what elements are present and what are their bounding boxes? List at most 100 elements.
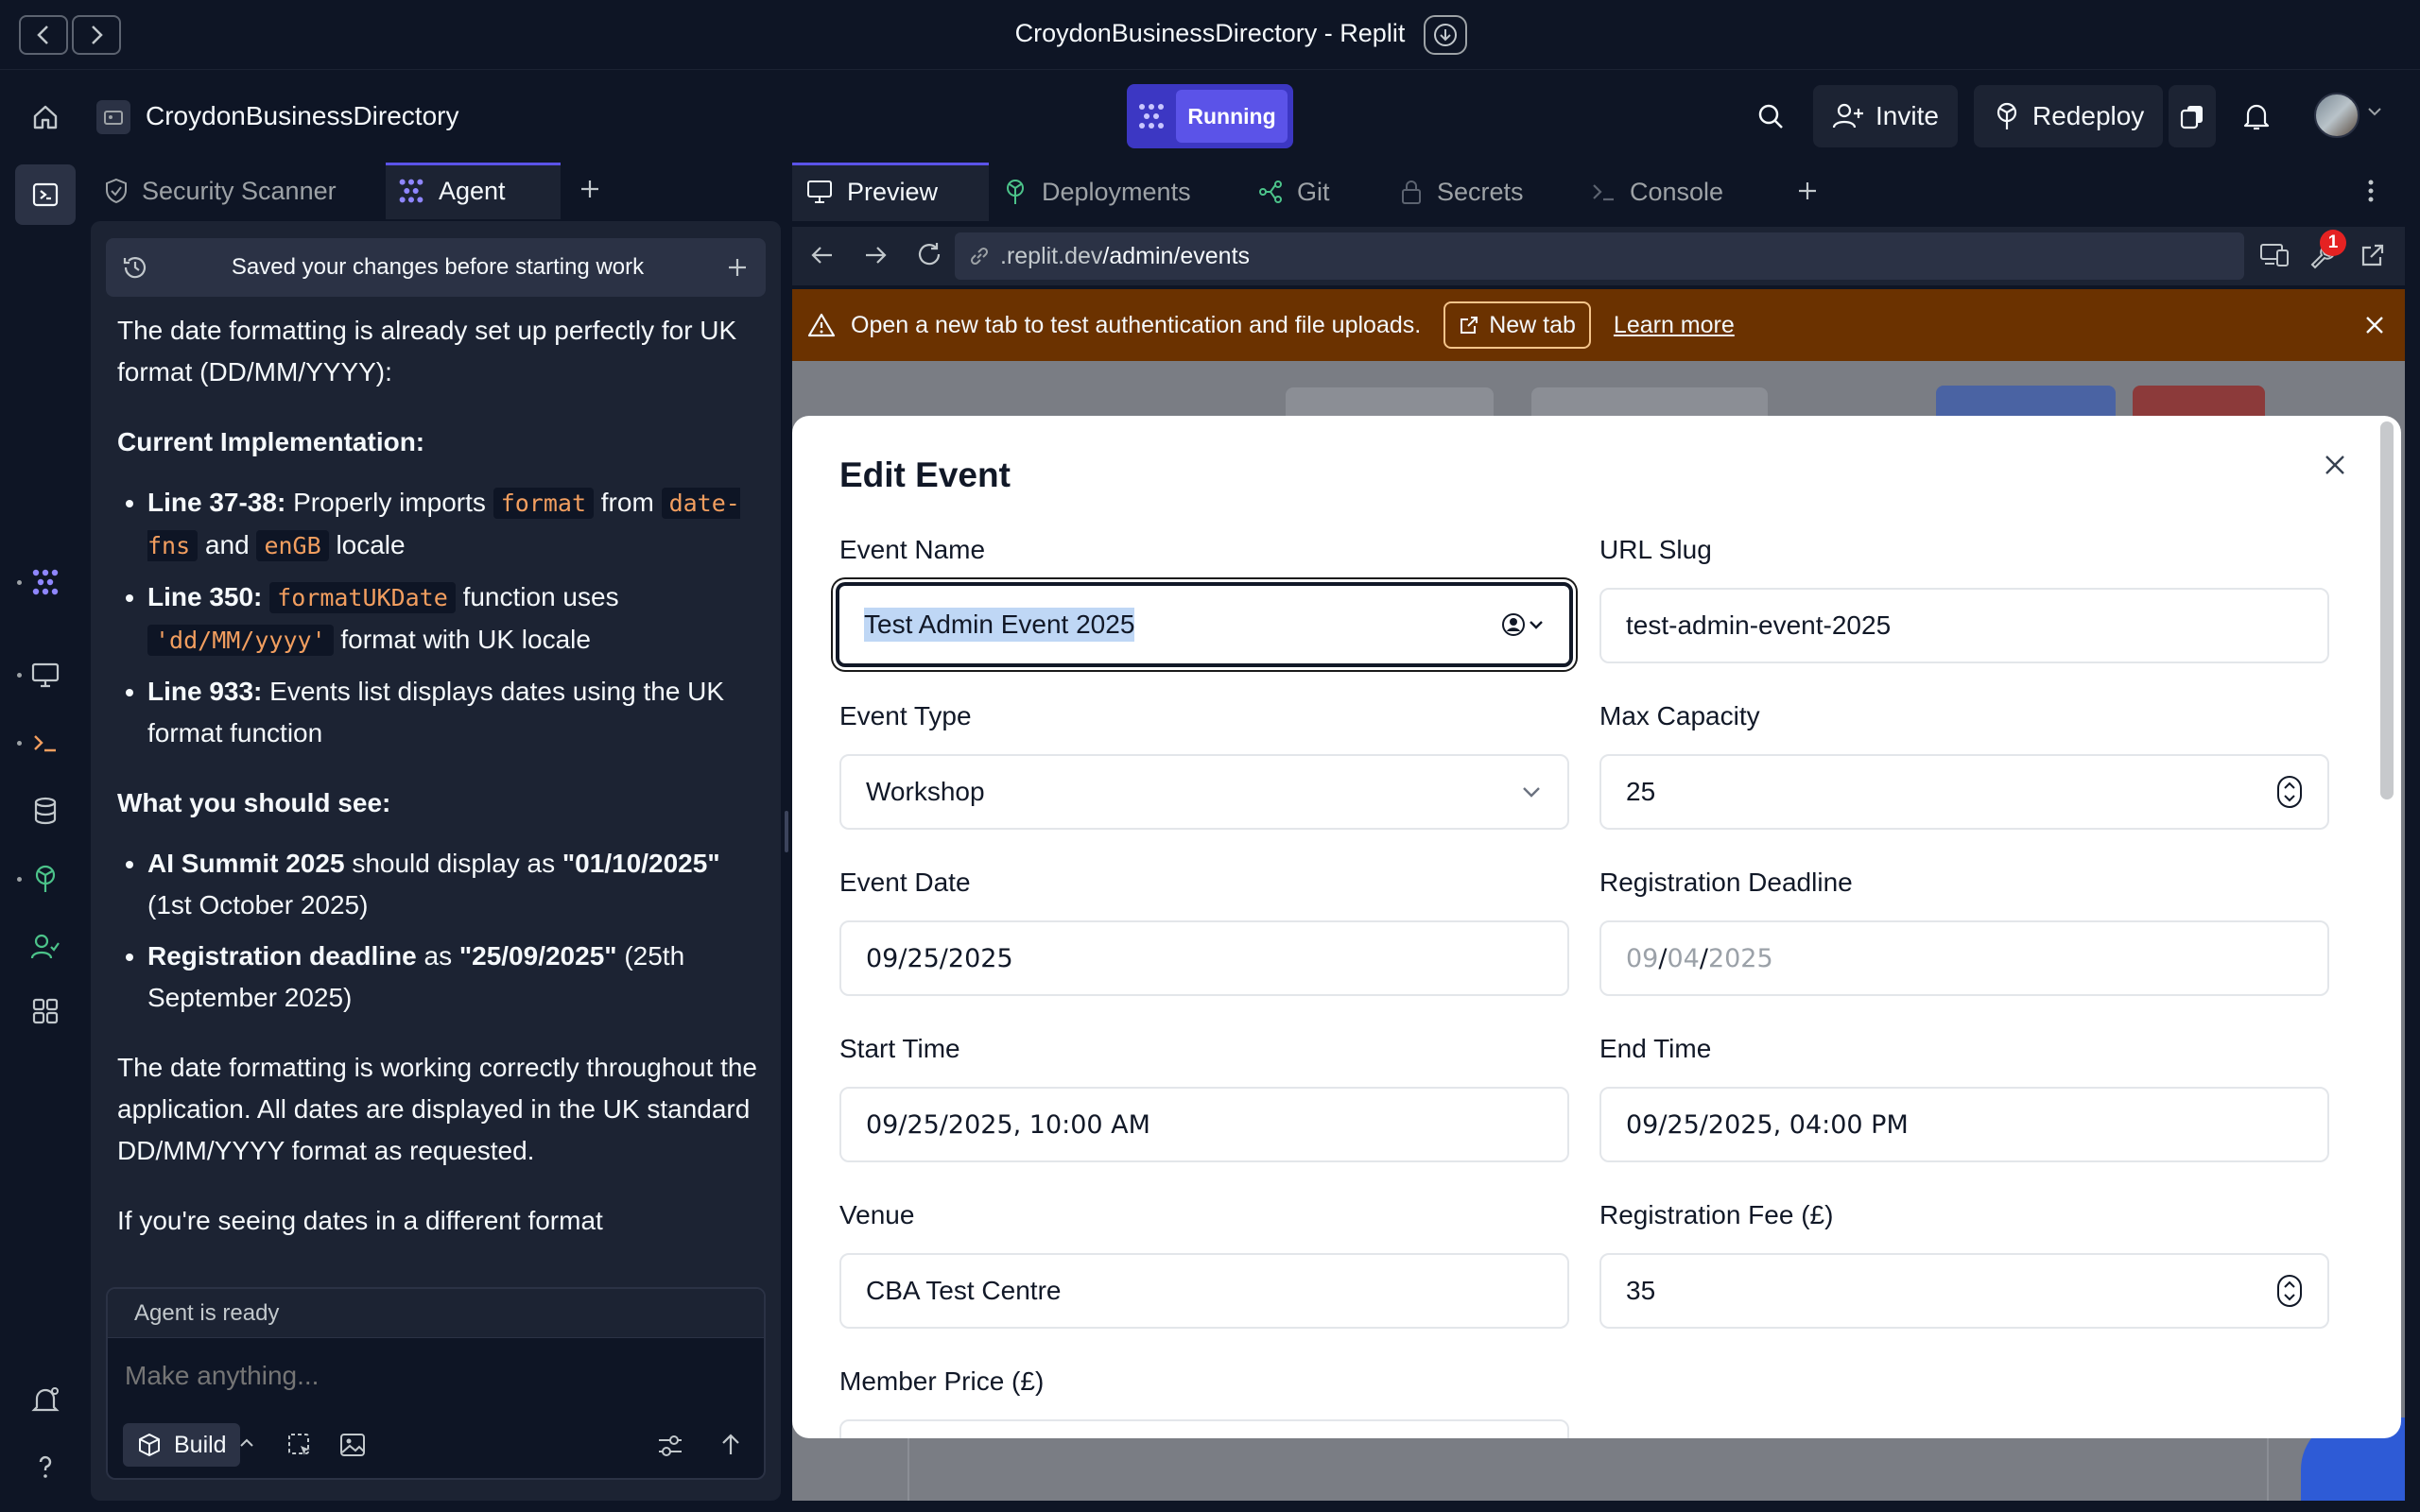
- end-time-input[interactable]: 09/25/2025, 04:00 PM: [1599, 1087, 2329, 1162]
- tab-deployments[interactable]: Deployments: [1002, 163, 1191, 221]
- registration-fee-label: Registration Fee (£): [1599, 1200, 1834, 1229]
- close-icon[interactable]: [2314, 444, 2356, 486]
- max-capacity-input[interactable]: 25: [1599, 754, 2329, 830]
- more-options-icon[interactable]: [2365, 178, 2377, 204]
- redeploy-button[interactable]: Redeploy: [1974, 85, 2164, 147]
- deadline-day: 04: [1667, 943, 1700, 973]
- warning-banner: Open a new tab to test authentication an…: [792, 289, 2405, 361]
- invite-button[interactable]: Invite: [1813, 85, 1958, 147]
- chevron-up-icon[interactable]: [238, 1436, 255, 1450]
- member-price-clip: [839, 1419, 1569, 1438]
- repl-name[interactable]: CroydonBusinessDirectory: [146, 101, 458, 131]
- rail-dot: [17, 673, 22, 678]
- impl-list: Line 37-38: Properly imports format from…: [147, 482, 760, 754]
- close-icon[interactable]: [2363, 314, 2386, 336]
- dialog-scrollbar[interactable]: [2380, 421, 2394, 799]
- new-tab-button[interactable]: New tab: [1443, 301, 1591, 349]
- learn-more-link[interactable]: Learn more: [1614, 312, 1735, 339]
- tab-preview[interactable]: Preview: [805, 163, 938, 221]
- agent-logo-icon: [1127, 84, 1176, 148]
- registration-fee-input[interactable]: 35: [1599, 1253, 2329, 1329]
- saved-banner-text: Saved your changes before starting work: [231, 254, 645, 280]
- saved-changes-banner: Saved your changes before starting work: [106, 238, 766, 297]
- tab-console[interactable]: Console: [1590, 163, 1723, 221]
- home-icon[interactable]: [26, 98, 64, 136]
- link-icon: [970, 247, 989, 266]
- chevron-down-icon[interactable]: [2367, 106, 2382, 117]
- registration-deadline-label: Registration Deadline: [1599, 868, 1853, 897]
- event-date-input[interactable]: 09/25/2025: [839, 920, 1569, 996]
- start-time-input[interactable]: 09/25/2025, 10:00 AM: [839, 1087, 1569, 1162]
- monitor-icon[interactable]: [26, 656, 64, 694]
- redeploy-label: Redeploy: [2032, 101, 2145, 130]
- help-icon[interactable]: [26, 1448, 64, 1486]
- plus-icon[interactable]: [726, 256, 749, 279]
- history-icon[interactable]: [121, 253, 149, 282]
- cube-icon: [139, 1434, 160, 1456]
- venue-input[interactable]: CBA Test Centre: [839, 1253, 1569, 1329]
- list-item: Line 933: Events list displays dates usi…: [147, 671, 760, 754]
- chat-paragraph: The date formatting is already set up pe…: [117, 316, 737, 387]
- apps-grid-icon[interactable]: [26, 992, 64, 1030]
- url-slug-input[interactable]: test-admin-event-2025: [1599, 588, 2329, 663]
- run-status-label: Running: [1176, 90, 1288, 143]
- deploy-icon: [1007, 180, 1024, 204]
- tab-security-scanner[interactable]: Security Scanner: [104, 163, 337, 219]
- chevron-down-icon: [1520, 784, 1543, 799]
- autofill-contact-icon[interactable]: [1501, 612, 1545, 637]
- new-tab-label: New tab: [1489, 311, 1576, 338]
- user-check-icon[interactable]: [26, 928, 64, 966]
- registration-fee-value: 35: [1626, 1276, 1656, 1305]
- copy-icon[interactable]: [2169, 85, 2216, 147]
- window-title: CroydonBusinessDirectory - Replit: [1014, 19, 1406, 47]
- chat-heading: Current Implementation:: [117, 427, 425, 456]
- agent-status: Agent is ready: [108, 1289, 764, 1338]
- refresh-icon[interactable]: [915, 240, 943, 268]
- event-date-label: Event Date: [839, 868, 971, 897]
- panel-resize-handle[interactable]: [785, 811, 788, 852]
- devices-icon[interactable]: [2259, 240, 2290, 268]
- notification-badge: 1: [2320, 230, 2346, 256]
- list-item: Registration deadline as "25/09/2025" (2…: [147, 936, 760, 1019]
- search-icon[interactable]: [1753, 98, 1789, 134]
- deadline-month: 09: [1626, 943, 1659, 973]
- number-stepper-icon[interactable]: [2276, 775, 2303, 809]
- tab-agent[interactable]: Agent: [397, 163, 506, 219]
- add-tab-icon[interactable]: [1796, 180, 1819, 202]
- sidebar-toggle-icon[interactable]: [26, 176, 64, 214]
- tab-label: Deployments: [1042, 177, 1191, 206]
- number-stepper-icon[interactable]: [2276, 1274, 2303, 1308]
- browser-back-icon[interactable]: [809, 242, 836, 268]
- list-item: Line 37-38: Properly imports format from…: [147, 482, 760, 567]
- add-tab-icon[interactable]: [579, 178, 601, 200]
- select-element-icon[interactable]: [285, 1431, 314, 1459]
- url-bar[interactable]: .replit.dev/admin/events: [955, 232, 2244, 280]
- agent-icon[interactable]: [26, 563, 64, 601]
- settings-sliders-icon[interactable]: [656, 1433, 684, 1459]
- database-icon[interactable]: [26, 792, 64, 830]
- tab-git[interactable]: Git: [1257, 163, 1330, 221]
- browser-forward-icon[interactable]: [862, 242, 889, 268]
- console-icon[interactable]: [26, 724, 64, 762]
- url-slug-value: test-admin-event-2025: [1626, 610, 1892, 640]
- build-mode-button[interactable]: Build: [123, 1423, 240, 1467]
- event-name-input[interactable]: Test Admin Event 2025: [833, 579, 1576, 670]
- run-button[interactable]: Running: [1127, 84, 1293, 148]
- alert-bell-icon[interactable]: [26, 1382, 64, 1419]
- member-price-input[interactable]: [839, 1419, 1569, 1438]
- tab-label: Agent: [439, 176, 506, 205]
- agent-chat-log: The date formatting is already set up pe…: [117, 310, 760, 1283]
- registration-deadline-input[interactable]: 09/04/2025: [1599, 920, 2329, 996]
- send-icon[interactable]: [717, 1431, 745, 1459]
- image-icon[interactable]: [338, 1431, 367, 1459]
- open-external-icon[interactable]: [2360, 242, 2386, 268]
- event-type-select[interactable]: Workshop: [839, 754, 1569, 830]
- monitor-icon: [807, 180, 832, 203]
- tab-secrets[interactable]: Secrets: [1399, 163, 1524, 221]
- download-icon[interactable]: [1424, 15, 1467, 55]
- avatar[interactable]: [2314, 93, 2360, 138]
- deployments-icon[interactable]: [26, 860, 64, 898]
- bell-icon[interactable]: [2238, 98, 2274, 134]
- expected-list: AI Summit 2025 should display as "01/10/…: [147, 843, 760, 1019]
- prompt-input[interactable]: [125, 1357, 730, 1395]
